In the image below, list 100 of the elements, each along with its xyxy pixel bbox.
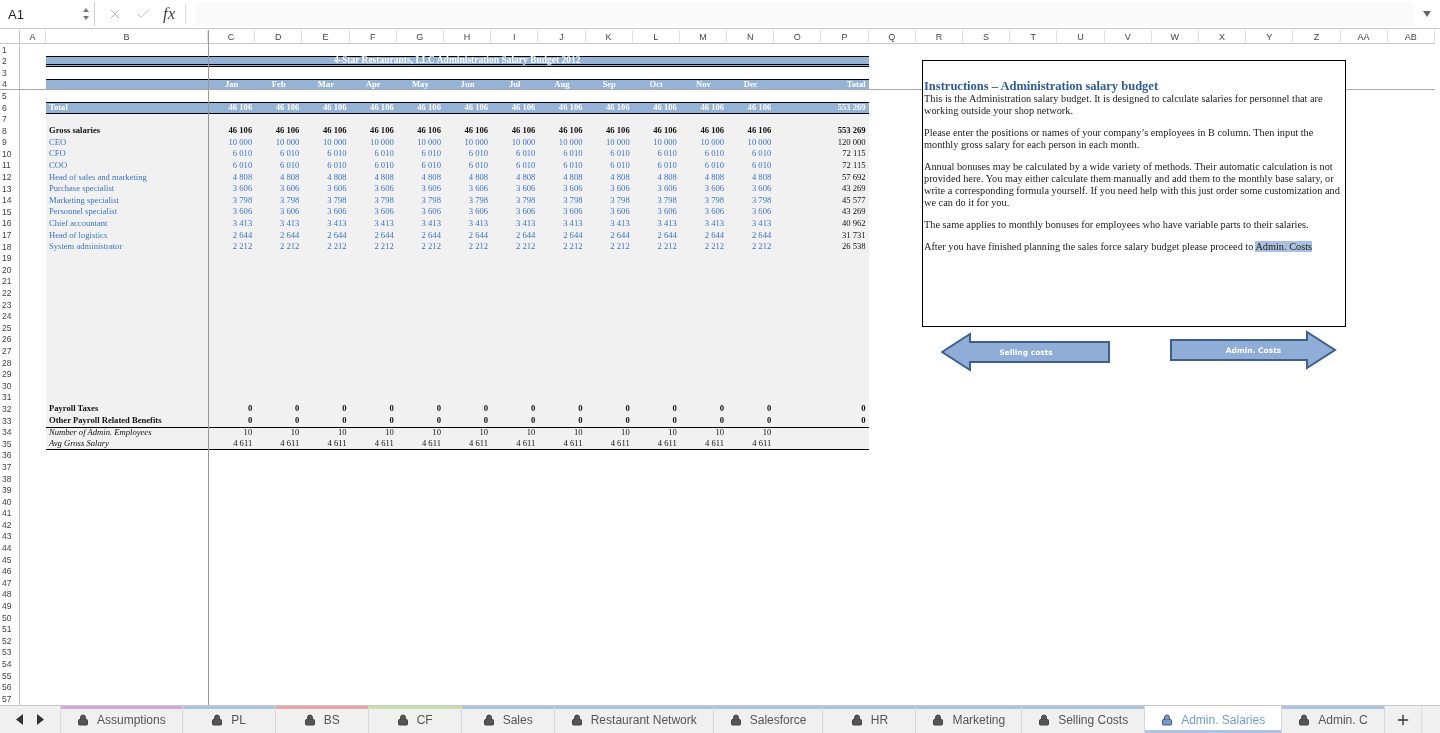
column-header[interactable]: Z [1293,30,1341,44]
row-number[interactable]: 11 [0,159,20,172]
column-header[interactable]: T [1010,30,1058,44]
row-number[interactable]: 5 [0,90,20,102]
sheet-tab[interactable]: Restaurant Network [554,706,714,733]
row-number[interactable]: 53 [0,646,20,659]
function-button[interactable]: fx [163,4,187,24]
row-number[interactable]: 56 [0,681,20,694]
row-number[interactable]: 29 [0,368,20,381]
sheet-tab[interactable]: Admin. C [1282,706,1385,733]
column-header[interactable]: X [1198,30,1247,44]
row-number[interactable]: 2 [0,55,20,68]
column-header[interactable]: Y [1246,30,1294,44]
row-number[interactable]: 52 [0,635,20,647]
row-number[interactable]: 8 [0,125,20,137]
row-number[interactable]: 55 [0,670,20,682]
row-number[interactable]: 18 [0,241,20,253]
column-header[interactable]: M [679,30,728,44]
row-number[interactable]: 30 [0,380,20,392]
column-header[interactable]: R [915,30,963,44]
row-number[interactable]: 25 [0,322,20,334]
row-number[interactable]: 49 [0,600,20,613]
row-number[interactable]: 17 [0,229,20,242]
column-header[interactable]: AB [1387,30,1435,44]
previous-sheet-icon[interactable] [16,714,24,725]
row-number[interactable]: 57 [0,693,20,705]
row-number[interactable]: 24 [0,310,20,323]
sheet-tab[interactable]: PL [182,706,276,733]
row-number[interactable]: 28 [0,357,20,369]
next-sheet-icon[interactable] [36,714,44,725]
row-number[interactable]: 14 [0,194,20,207]
row-number[interactable]: 13 [0,183,20,195]
row-number[interactable]: 38 [0,472,20,485]
row-number[interactable]: 41 [0,507,20,520]
row-number[interactable]: 9 [0,136,20,149]
column-header[interactable]: A [20,30,46,44]
row-number[interactable]: 7 [0,113,20,126]
row-number[interactable]: 21 [0,275,20,288]
row-number[interactable]: 33 [0,415,20,427]
row-number[interactable]: 48 [0,588,20,601]
row-number[interactable]: 42 [0,519,20,531]
column-header[interactable]: P [821,30,869,44]
column-header[interactable]: I [491,30,539,44]
column-header[interactable]: N [727,30,775,44]
column-header[interactable]: L [632,30,680,44]
row-number[interactable]: 40 [0,496,20,508]
row-number[interactable]: 26 [0,333,20,346]
sheet-tab[interactable]: Selling Costs [1022,706,1146,733]
column-header[interactable]: F [349,30,397,44]
row-number[interactable]: 6 [0,101,20,114]
sheet-tab[interactable]: CF [368,706,462,733]
column-header[interactable]: W [1151,30,1199,44]
row-number[interactable]: 15 [0,206,20,218]
row-number[interactable]: 20 [0,264,20,276]
row-number[interactable]: 50 [0,612,20,624]
column-header[interactable]: H [443,30,492,44]
column-header[interactable]: V [1104,30,1152,44]
row-number[interactable]: 47 [0,577,20,589]
name-box[interactable]: A1 [0,2,95,26]
caret-icon[interactable] [1422,10,1432,18]
column-header[interactable]: K [585,30,633,44]
sheet-tab[interactable]: Sales [461,706,555,733]
row-number[interactable]: 4 [0,78,20,91]
column-header[interactable]: U [1057,30,1105,44]
row-number[interactable]: 3 [0,67,20,79]
row-number[interactable]: 45 [0,554,20,566]
row-number[interactable]: 39 [0,484,20,497]
sheet-tab[interactable]: Salesforce [713,706,824,733]
row-number[interactable]: 1 [0,44,20,56]
row-number[interactable]: 22 [0,287,20,300]
row-number[interactable]: 32 [0,403,20,415]
column-header[interactable]: J [538,30,586,44]
row-number[interactable]: 16 [0,217,20,230]
sheet-tab[interactable]: Assumptions [61,706,183,733]
column-header[interactable]: S [963,30,1011,44]
row-number[interactable]: 44 [0,542,20,555]
row-number[interactable]: 12 [0,171,20,184]
column-header[interactable]: C [208,30,256,44]
row-number[interactable]: 19 [0,252,20,265]
column-header[interactable]: AA [1340,30,1388,44]
row-number[interactable]: 31 [0,391,20,404]
column-header[interactable]: E [302,30,350,44]
admin-costs-link[interactable]: Admin. Costs [1255,241,1313,252]
row-number[interactable]: 51 [0,623,20,636]
sheet-tab[interactable]: Marketing [916,706,1023,733]
row-number[interactable]: 46 [0,565,20,578]
row-number[interactable]: 54 [0,658,20,671]
column-header[interactable]: O [774,30,822,44]
sheet-tab[interactable]: HR [823,706,917,733]
row-number[interactable]: 35 [0,438,20,450]
column-header[interactable]: D [255,30,303,44]
row-number[interactable]: 43 [0,530,20,543]
column-header[interactable]: Q [868,30,916,44]
row-number[interactable]: 36 [0,449,20,462]
row-number[interactable]: 10 [0,148,20,160]
row-number[interactable]: 23 [0,299,20,311]
sheet-tab[interactable]: BS [275,706,369,733]
column-header[interactable]: G [396,30,444,44]
row-number[interactable]: 37 [0,461,20,473]
row-number[interactable]: 34 [0,426,20,439]
